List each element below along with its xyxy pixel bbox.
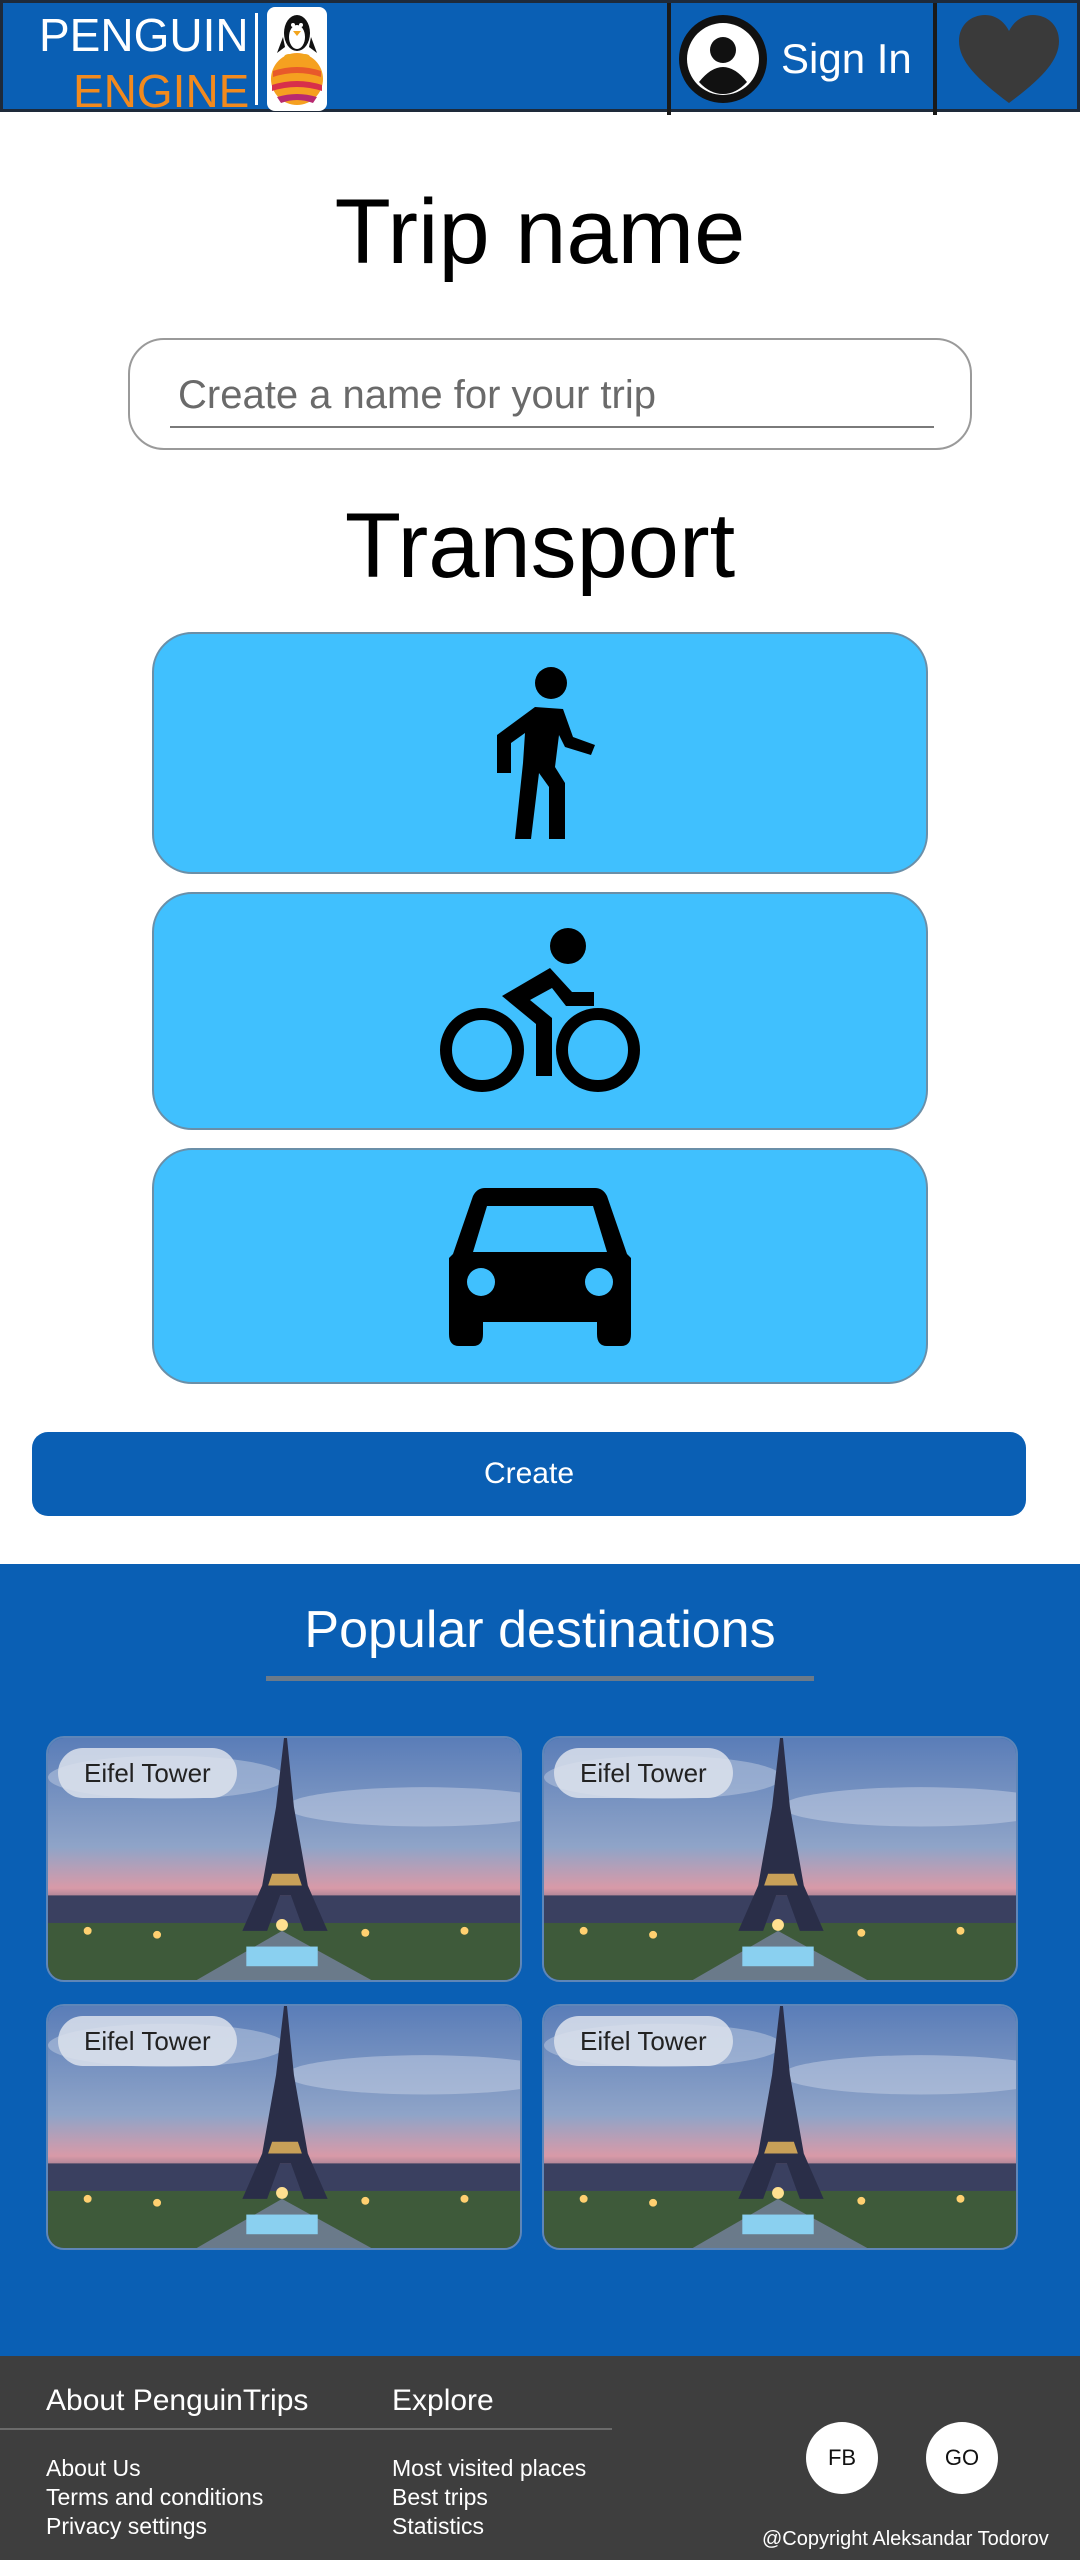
sign-in-label: Sign In [781, 35, 912, 82]
destination-card[interactable]: Eifel Tower [46, 2004, 522, 2250]
destination-label: Eifel Tower [58, 2016, 237, 2066]
header-divider [933, 3, 937, 115]
page-footer: About PenguinTrips Explore About Us Term… [0, 2356, 1080, 2560]
transport-title: Transport [344, 495, 736, 597]
popular-destinations-section: Popular destinations Eifel Tower Eifel T… [0, 1564, 1080, 2356]
footer-link-best-trips[interactable]: Best trips [392, 2483, 586, 2512]
google-button[interactable]: GO [926, 2422, 998, 2494]
sign-in-button[interactable]: Sign In [679, 15, 912, 103]
footer-explore-heading: Explore [392, 2384, 494, 2417]
destination-card[interactable]: Eifel Tower [542, 2004, 1018, 2250]
car-icon [449, 1188, 631, 1346]
footer-explore-links: Most visited places Best trips Statistic… [392, 2454, 586, 2541]
destination-label: Eifel Tower [554, 2016, 733, 2066]
logo-line-engine: ENGINE [73, 65, 250, 117]
top-header: PENGUIN ENGINE Sign In [0, 0, 1080, 117]
walking-icon [497, 667, 595, 839]
popular-destinations-title: Popular destinations [304, 1601, 776, 1659]
footer-link-privacy[interactable]: Privacy settings [46, 2512, 263, 2541]
header-divider [667, 3, 671, 115]
brand-logo-text[interactable]: PENGUIN ENGINE [39, 7, 249, 119]
destination-card[interactable]: Eifel Tower [542, 1736, 1018, 1982]
footer-link-most-visited[interactable]: Most visited places [392, 2454, 586, 2483]
destination-label: Eifel Tower [554, 1748, 733, 1798]
create-button[interactable]: Create [32, 1432, 1026, 1516]
bicycle-icon [440, 928, 640, 1092]
footer-link-statistics[interactable]: Statistics [392, 2512, 586, 2541]
destination-label: Eifel Tower [58, 1748, 237, 1798]
logo-line-penguin: PENGUIN [39, 9, 249, 61]
title-underline [266, 1676, 814, 1681]
transport-walking-button[interactable] [152, 632, 928, 874]
user-avatar-icon [679, 15, 767, 103]
logo-separator [255, 13, 258, 105]
footer-about-heading: About PenguinTrips [46, 2384, 309, 2417]
heart-icon[interactable] [957, 13, 1061, 107]
footer-link-about-us[interactable]: About Us [46, 2454, 263, 2483]
destination-card[interactable]: Eifel Tower [46, 1736, 522, 1982]
footer-divider [0, 2428, 612, 2430]
transport-bicycle-button[interactable] [152, 892, 928, 1130]
trip-name-input[interactable] [170, 364, 934, 428]
trip-name-field [128, 338, 972, 450]
transport-car-button[interactable] [152, 1148, 928, 1384]
footer-about-links: About Us Terms and conditions Privacy se… [46, 2454, 263, 2541]
penguin-logo-icon[interactable] [267, 7, 327, 111]
facebook-button[interactable]: FB [806, 2422, 878, 2494]
trip-name-title: Trip name [334, 181, 746, 283]
copyright-text: @Copyright Aleksandar Todorov [762, 2528, 1049, 2550]
footer-link-terms[interactable]: Terms and conditions [46, 2483, 263, 2512]
